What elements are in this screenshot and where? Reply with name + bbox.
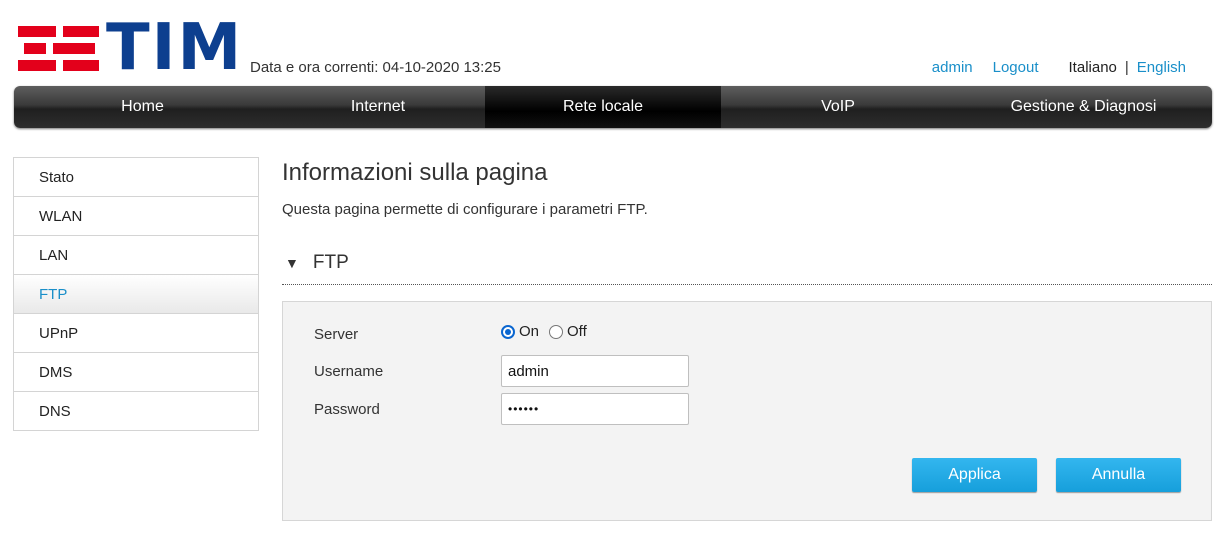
password-input[interactable]: •••••• bbox=[501, 393, 689, 425]
user-link[interactable]: admin bbox=[932, 59, 973, 76]
lang-english-link[interactable]: English bbox=[1137, 59, 1186, 76]
logo-bar bbox=[53, 43, 95, 54]
page-description: Questa pagina permette di configurare i … bbox=[282, 201, 648, 218]
sidebar-item-lan[interactable]: LAN bbox=[14, 236, 258, 275]
logo-bar bbox=[18, 26, 56, 37]
logo-bar bbox=[63, 26, 99, 37]
main-content: Informazioni sulla pagina Questa pagina … bbox=[282, 157, 1212, 521]
tim-logo: TIM bbox=[18, 11, 241, 85]
nav-internet[interactable]: Internet bbox=[271, 86, 485, 128]
server-on-radio[interactable] bbox=[501, 324, 515, 339]
logo-bar bbox=[63, 60, 99, 71]
sidebar: Stato WLAN LAN FTP UPnP DMS DNS bbox=[13, 157, 259, 431]
triangle-down-icon[interactable]: ▼ bbox=[285, 255, 299, 271]
logo-bar bbox=[24, 43, 46, 54]
section-header-ftp[interactable]: ▼ FTP bbox=[282, 248, 1212, 278]
nav-rete-locale[interactable]: Rete locale bbox=[485, 86, 721, 128]
sidebar-item-upnp[interactable]: UPnP bbox=[14, 314, 258, 353]
nav-voip[interactable]: VoIP bbox=[721, 86, 955, 128]
current-datetime: Data e ora correnti: 04-10-2020 13:25 bbox=[250, 59, 501, 76]
server-on-label[interactable]: On bbox=[519, 323, 539, 340]
server-off-label[interactable]: Off bbox=[567, 323, 587, 340]
section-divider bbox=[282, 284, 1212, 285]
server-off-radio[interactable] bbox=[549, 324, 564, 339]
apply-button[interactable]: Applica bbox=[912, 458, 1037, 492]
logout-link[interactable]: Logout bbox=[993, 59, 1039, 76]
sidebar-item-ftp[interactable]: FTP bbox=[14, 275, 258, 314]
section-title: FTP bbox=[312, 252, 349, 273]
main-nav: Home Internet Rete locale VoIP Gestione … bbox=[14, 86, 1212, 128]
sidebar-item-dns[interactable]: DNS bbox=[14, 392, 258, 430]
sidebar-item-wlan[interactable]: WLAN bbox=[14, 197, 258, 236]
password-label: Password bbox=[314, 401, 380, 418]
username-input[interactable]: admin bbox=[501, 355, 689, 387]
sidebar-item-dms[interactable]: DMS bbox=[14, 353, 258, 392]
nav-gestione-diagnosi[interactable]: Gestione & Diagnosi bbox=[955, 86, 1212, 128]
lang-separator: | bbox=[1124, 59, 1129, 76]
ftp-settings-panel: Server On Off Username admin Password ••… bbox=[282, 301, 1212, 521]
server-radio-group: On Off bbox=[501, 323, 597, 340]
username-label: Username bbox=[314, 363, 384, 380]
logo-bar bbox=[18, 60, 56, 71]
page-title: Informazioni sulla pagina bbox=[282, 159, 548, 186]
lang-italiano[interactable]: Italiano bbox=[1069, 59, 1117, 76]
user-lang-bar: admin Logout Italiano | English bbox=[932, 59, 1186, 76]
sidebar-item-stato[interactable]: Stato bbox=[14, 158, 258, 197]
nav-home[interactable]: Home bbox=[14, 86, 271, 128]
logo-wordmark: TIM bbox=[106, 11, 244, 85]
cancel-button[interactable]: Annulla bbox=[1056, 458, 1181, 492]
server-label: Server bbox=[314, 326, 359, 343]
